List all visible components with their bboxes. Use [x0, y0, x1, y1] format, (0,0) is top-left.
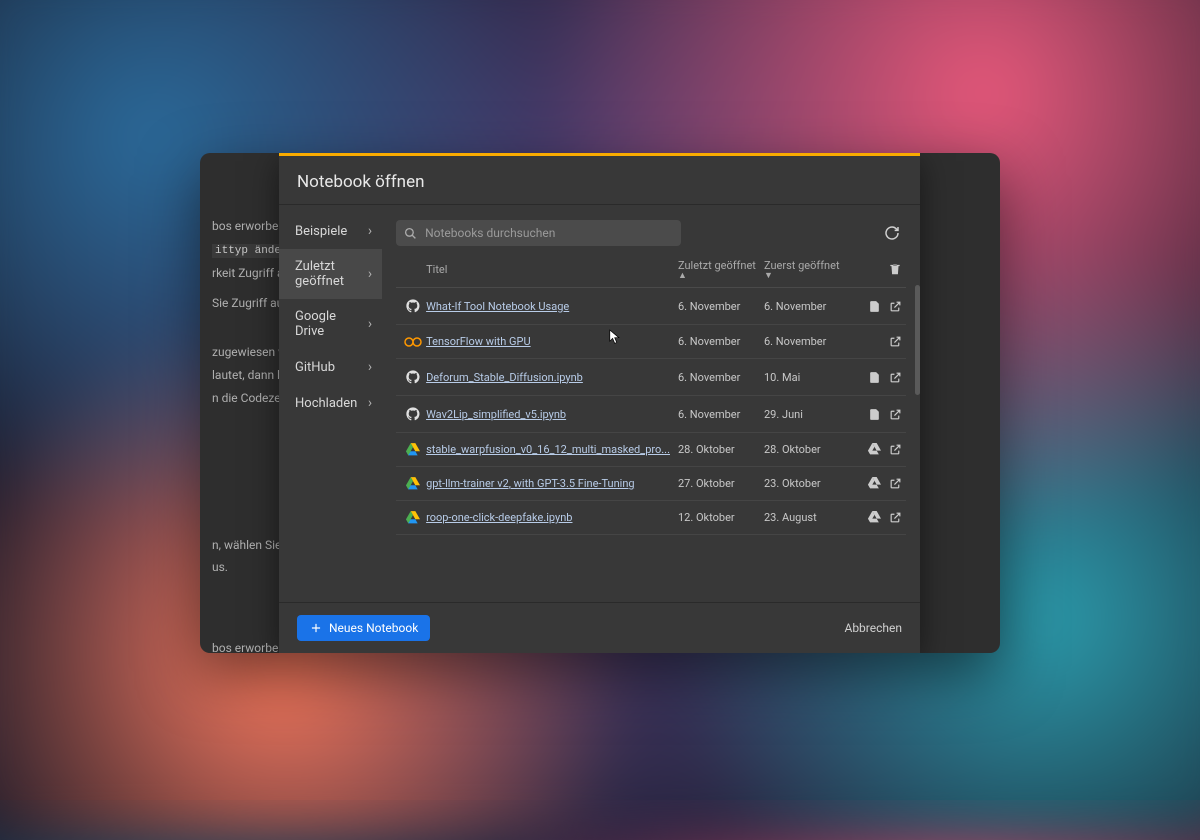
last-opened: 6. November [678, 335, 764, 348]
table-row[interactable]: Wav2Lip_simplified_v5.ipynb6. November29… [396, 396, 906, 433]
notebook-name[interactable]: TensorFlow with GPU [426, 335, 678, 348]
new-notebook-button[interactable]: Neues Notebook [297, 615, 430, 641]
table-row[interactable]: Deforum_Stable_Diffusion.ipynb6. Novembe… [396, 359, 906, 396]
sidebar-item-recent[interactable]: Zuletzt geöffnet › [279, 249, 382, 299]
notebook-name[interactable]: roop-one-click-deepfake.ipynb [426, 511, 678, 524]
notebook-list: What-If Tool Notebook Usage6. November6.… [396, 288, 906, 602]
open-in-new-icon[interactable] [889, 511, 902, 524]
open-in-new-icon[interactable] [889, 335, 902, 348]
new-notebook-label: Neues Notebook [329, 621, 418, 635]
drive-action-icon[interactable] [868, 477, 881, 490]
drive-action-icon[interactable] [868, 443, 881, 456]
first-opened: 28. Oktober [764, 443, 844, 456]
dialog-sidebar: Beispiele › Zuletzt geöffnet › Google Dr… [279, 205, 382, 602]
column-title[interactable]: Titel [426, 263, 678, 276]
open-in-new-icon[interactable] [889, 371, 902, 384]
last-opened: 6. November [678, 371, 764, 384]
table-row[interactable]: What-If Tool Notebook Usage6. November6.… [396, 288, 906, 325]
last-opened: 6. November [678, 300, 764, 313]
first-opened: 6. November [764, 300, 844, 313]
chevron-right-icon: › [368, 395, 372, 411]
table-row[interactable]: roop-one-click-deepfake.ipynb12. Oktober… [396, 501, 906, 535]
delete-column-icon[interactable] [844, 262, 902, 276]
chevron-right-icon: › [368, 316, 372, 332]
open-notebook-dialog: Notebook öffnen Beispiele › Zuletzt geöf… [279, 153, 920, 653]
sidebar-item-examples[interactable]: Beispiele › [279, 213, 382, 249]
open-in-new-icon[interactable] [889, 443, 902, 456]
first-opened: 23. Oktober [764, 477, 844, 490]
source-icon [400, 336, 426, 348]
first-opened: 6. November [764, 335, 844, 348]
sidebar-item-label: GitHub [295, 360, 335, 375]
colab-window: bos erworben ha ittyp ändern än rkeit Zu… [200, 153, 1000, 653]
table-header: Titel Zuletzt geöffnet ▲ Zuerst geöffnet… [396, 247, 906, 288]
column-last-opened[interactable]: Zuletzt geöffnet ▲ [678, 259, 764, 279]
sidebar-item-googledrive[interactable]: Google Drive › [279, 299, 382, 349]
drive-action-icon[interactable] [868, 300, 881, 313]
sidebar-item-label: Hochladen [295, 396, 357, 411]
search-box[interactable] [396, 220, 681, 246]
source-icon [400, 477, 426, 490]
source-icon [400, 298, 426, 314]
sidebar-item-label: Zuletzt geöffnet [295, 259, 368, 289]
sidebar-item-github[interactable]: GitHub › [279, 349, 382, 385]
first-opened: 23. August [764, 511, 844, 524]
search-icon [404, 227, 417, 240]
drive-action-icon[interactable] [868, 511, 881, 524]
last-opened: 12. Oktober [678, 511, 764, 524]
sidebar-item-upload[interactable]: Hochladen › [279, 385, 382, 421]
open-in-new-icon[interactable] [889, 408, 902, 421]
open-in-new-icon[interactable] [889, 300, 902, 313]
chevron-right-icon: › [368, 359, 372, 375]
notebook-name[interactable]: Wav2Lip_simplified_v5.ipynb [426, 408, 678, 421]
source-icon [400, 443, 426, 456]
chevron-right-icon: › [368, 266, 372, 282]
sidebar-item-label: Beispiele [295, 224, 347, 239]
column-first-opened[interactable]: Zuerst geöffnet ▼ [764, 259, 844, 279]
dialog-main: Titel Zuletzt geöffnet ▲ Zuerst geöffnet… [382, 205, 920, 602]
plus-icon [309, 621, 323, 635]
open-in-new-icon[interactable] [889, 477, 902, 490]
notebook-name[interactable]: gpt-llm-trainer v2, with GPT-3.5 Fine-Tu… [426, 477, 678, 490]
cancel-button[interactable]: Abbrechen [844, 621, 902, 635]
dialog-footer: Neues Notebook Abbrechen [279, 602, 920, 653]
dialog-title: Notebook öffnen [279, 156, 920, 204]
notebook-name[interactable]: stable_warpfusion_v0_16_12_multi_masked_… [426, 443, 678, 456]
sort-desc-icon: ▼ [764, 273, 773, 279]
last-opened: 6. November [678, 408, 764, 421]
last-opened: 27. Oktober [678, 477, 764, 490]
drive-action-icon[interactable] [868, 408, 881, 421]
chevron-right-icon: › [368, 223, 372, 239]
source-icon [400, 369, 426, 385]
table-row[interactable]: TensorFlow with GPU6. November6. Novembe… [396, 325, 906, 359]
scrollbar[interactable] [915, 285, 920, 395]
last-opened: 28. Oktober [678, 443, 764, 456]
notebook-name[interactable]: Deforum_Stable_Diffusion.ipynb [426, 371, 678, 384]
drive-action-icon[interactable] [868, 371, 881, 384]
table-row[interactable]: gpt-llm-trainer v2, with GPT-3.5 Fine-Tu… [396, 467, 906, 501]
search-input[interactable] [425, 226, 673, 240]
first-opened: 10. Mai [764, 371, 844, 384]
notebook-name[interactable]: What-If Tool Notebook Usage [426, 300, 678, 313]
source-icon [400, 511, 426, 524]
table-row[interactable]: stable_warpfusion_v0_16_12_multi_masked_… [396, 433, 906, 467]
sidebar-item-label: Google Drive [295, 309, 368, 339]
first-opened: 29. Juni [764, 408, 844, 421]
refresh-button[interactable] [878, 219, 906, 247]
sort-asc-icon: ▲ [678, 273, 687, 279]
source-icon [400, 406, 426, 422]
